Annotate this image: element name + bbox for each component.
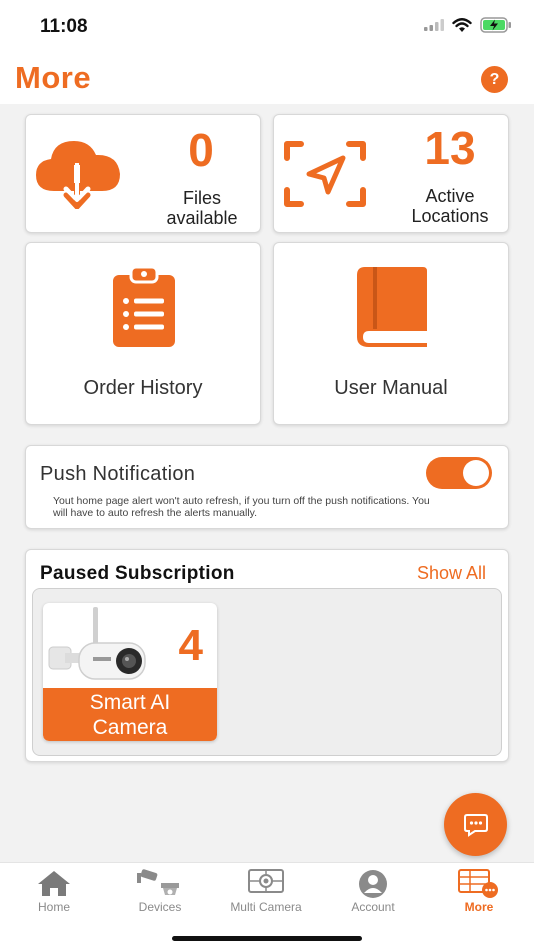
page-title: More [15, 60, 92, 95]
status-time: 11:08 [40, 16, 88, 37]
cctv-icon [137, 869, 179, 895]
files-label-line1: Files [182, 188, 221, 208]
tab-multi-camera[interactable]: Multi Camera [216, 863, 316, 923]
signal-icon [424, 19, 444, 31]
tab-devices-label: Devices [138, 900, 182, 914]
files-available-card[interactable]: 0 Files available [25, 114, 261, 233]
push-notification-toggle[interactable] [426, 457, 492, 489]
files-count: 0 [188, 124, 214, 176]
push-notification-card: Push Notification Yout home page alert w… [25, 445, 509, 529]
tab-more[interactable]: More [429, 863, 529, 923]
status-icons [424, 17, 512, 33]
tab-home[interactable]: Home [4, 863, 104, 923]
tab-multi-camera-label: Multi Camera [230, 900, 302, 914]
home-icon [38, 871, 70, 896]
active-locations-card[interactable]: 13 Active Locations [273, 114, 509, 233]
wifi-icon [452, 17, 472, 32]
tab-home-label: Home [37, 900, 70, 914]
cloud-download-icon [36, 141, 120, 209]
locations-count: 13 [424, 122, 476, 174]
paused-subscription-list: 4 Smart AI Camera [32, 588, 502, 756]
order-history-label: Order History [83, 377, 203, 399]
home-indicator [172, 936, 362, 941]
clipboard-list-icon [113, 267, 175, 347]
book-icon [357, 267, 427, 347]
files-label-line2: available [166, 208, 238, 228]
location-arrow-icon [284, 141, 366, 207]
tab-more-label: More [464, 900, 494, 914]
tab-account-label: Account [351, 900, 395, 914]
user-manual-label: User Manual [334, 377, 448, 399]
chat-icon [463, 813, 488, 837]
account-icon [359, 870, 387, 898]
locations-label-line1: Active [425, 186, 475, 206]
paused-subscription-title: Paused Subscription [40, 563, 235, 584]
user-manual-tile[interactable]: User Manual [273, 242, 509, 425]
smart-ai-camera-card[interactable]: 4 Smart AI Camera [43, 603, 217, 741]
toggle-knob [463, 460, 489, 486]
more-grid-icon [458, 869, 498, 898]
camera-label: Smart AI Camera [43, 688, 217, 741]
chat-fab-button[interactable] [444, 793, 507, 856]
paused-subscription-card: Paused Subscription Show All 4 Smart AI … [25, 549, 509, 762]
camera-label-line2: Camera [92, 716, 168, 739]
show-all-link[interactable]: Show All [417, 563, 486, 584]
locations-label-line2: Locations [411, 206, 489, 226]
camera-count: 4 [178, 621, 203, 670]
header: More ? [0, 52, 534, 104]
push-notification-description: Yout home page alert won't auto refresh,… [53, 495, 430, 519]
camera-label-line1: Smart AI [89, 691, 171, 714]
multi-camera-icon [248, 869, 284, 893]
help-button[interactable]: ? [481, 66, 508, 93]
order-history-tile[interactable]: Order History [25, 242, 261, 425]
camera-image [48, 607, 146, 680]
tab-devices[interactable]: Devices [110, 863, 210, 923]
battery-charging-icon [480, 17, 511, 33]
status-bar: 11:08 [0, 0, 534, 52]
tab-account[interactable]: Account [323, 863, 423, 923]
push-notification-title: Push Notification [40, 463, 196, 485]
